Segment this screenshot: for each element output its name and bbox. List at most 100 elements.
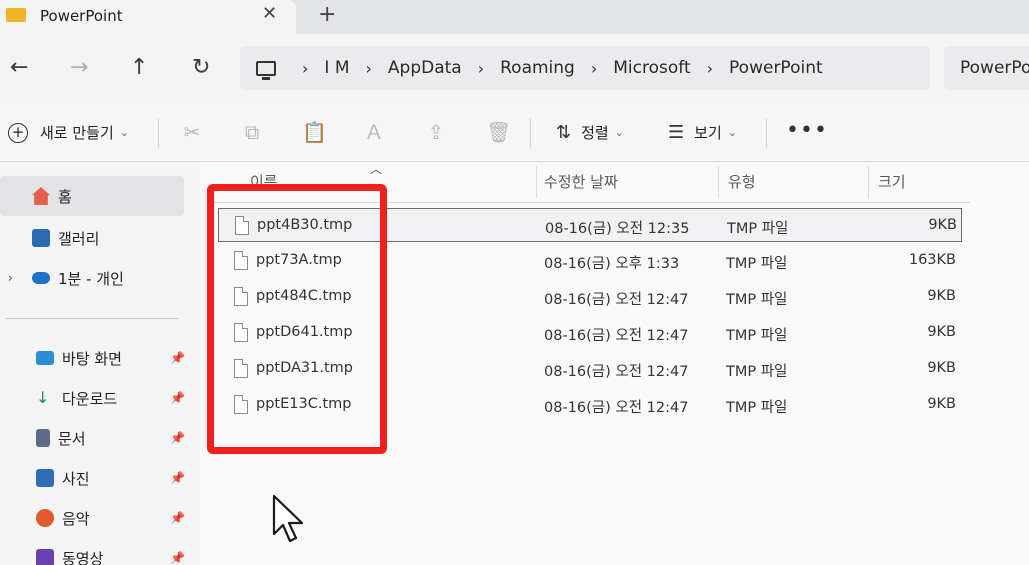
file-modified: 08-16(금) 오전 12:47 xyxy=(544,292,689,308)
breadcrumb-powerpoint[interactable]: PowerPoint xyxy=(729,58,823,78)
chevron-right-icon[interactable]: › xyxy=(302,59,308,78)
chevron-right-icon[interactable]: › xyxy=(707,59,713,78)
column-divider[interactable] xyxy=(536,166,537,198)
column-header-modified[interactable]: 수정한 날짜 xyxy=(544,162,618,202)
breadcrumb-user[interactable]: I M xyxy=(324,58,349,78)
tab-powerpoint[interactable]: PowerPoint ✕ xyxy=(0,0,296,34)
sort-ascending-icon: ︿ xyxy=(370,162,383,176)
file-size: 9KB xyxy=(928,217,957,233)
file-modified: 08-16(금) 오전 12:47 xyxy=(544,400,689,416)
sidebar-item-gallery[interactable]: 갤러리 xyxy=(0,218,184,258)
sidebar-item-music[interactable]: 음악 📌 xyxy=(0,498,185,538)
column-divider[interactable] xyxy=(718,166,719,198)
forward-icon[interactable]: → xyxy=(70,56,88,80)
mouse-cursor-icon xyxy=(272,494,304,543)
paste-icon[interactable]: 📋 xyxy=(302,120,327,144)
pin-icon[interactable]: 📌 xyxy=(170,511,185,525)
file-modified: 08-16(금) 오후 1:33 xyxy=(544,256,680,272)
column-divider[interactable] xyxy=(868,166,869,198)
add-icon: + xyxy=(8,122,28,143)
breadcrumb-roaming[interactable]: Roaming xyxy=(500,58,575,78)
pin-icon[interactable]: 📌 xyxy=(170,351,185,365)
navigation-pane: 홈 갤러리 › 1분 - 개인 바탕 화면 📌 ↓ 다운로드 📌 문서 📌 사진… xyxy=(0,162,200,565)
cut-icon[interactable]: ✂ xyxy=(180,120,204,144)
file-size: 9KB xyxy=(927,360,956,376)
view-icon: ☰ xyxy=(668,122,685,143)
sidebar-item-onedrive[interactable]: › 1분 - 개인 xyxy=(0,258,184,298)
music-icon xyxy=(36,509,54,527)
sidebar-item-label: 음악 xyxy=(62,509,90,528)
sidebar-item-label: 문서 xyxy=(58,429,86,448)
toolbar-divider xyxy=(766,118,767,148)
delete-icon[interactable]: 🗑 xyxy=(486,120,511,144)
pin-icon[interactable]: 📌 xyxy=(170,431,185,445)
file-type: TMP 파일 xyxy=(726,364,788,380)
sidebar-item-home[interactable]: 홈 xyxy=(0,176,184,216)
sidebar-item-label: 1분 - 개인 xyxy=(58,269,124,288)
file-modified: 08-16(금) 오전 12:47 xyxy=(544,364,689,380)
pin-icon[interactable]: 📌 xyxy=(170,391,185,405)
share-icon[interactable]: ⇪ xyxy=(424,120,448,144)
sidebar-item-label: 사진 xyxy=(62,469,90,488)
new-button[interactable]: + 새로 만들기 ⌄ xyxy=(8,122,129,143)
column-header-size[interactable]: 크기 xyxy=(878,162,906,202)
download-icon: ↓ xyxy=(36,388,50,407)
column-header-type[interactable]: 유형 xyxy=(728,162,756,202)
up-icon[interactable]: ↑ xyxy=(130,56,148,80)
highlight-box xyxy=(207,184,387,454)
folder-icon xyxy=(6,8,26,22)
chevron-right-icon[interactable]: › xyxy=(8,271,13,285)
documents-icon xyxy=(36,429,50,447)
file-modified: 08-16(금) 오전 12:35 xyxy=(545,221,690,237)
sidebar-item-label: 동영상 xyxy=(62,549,104,565)
copy-icon[interactable]: ⧉ xyxy=(240,120,264,144)
sort-icon: ⇅ xyxy=(556,122,572,143)
sidebar-item-videos[interactable]: 동영상 📌 xyxy=(0,538,185,565)
toolbar-divider xyxy=(158,118,159,148)
gallery-icon xyxy=(32,229,50,247)
file-modified: 08-16(금) 오전 12:47 xyxy=(544,328,689,344)
chevron-down-icon: ⌄ xyxy=(727,126,737,139)
desktop-icon xyxy=(36,351,54,365)
rename-icon[interactable]: Ａ xyxy=(362,120,386,144)
chevron-right-icon[interactable]: › xyxy=(591,59,597,78)
address-bar[interactable]: › I M › AppData › Roaming › Microsoft › … xyxy=(240,46,930,90)
sidebar-item-label: 바탕 화면 xyxy=(62,349,122,368)
chevron-right-icon[interactable]: › xyxy=(366,59,372,78)
home-icon xyxy=(32,187,50,205)
breadcrumb-microsoft[interactable]: Microsoft xyxy=(613,58,690,78)
sidebar-item-documents[interactable]: 문서 📌 xyxy=(0,418,185,458)
breadcrumb-appdata[interactable]: AppData xyxy=(388,58,462,78)
tab-bar: PowerPoint ✕ + xyxy=(0,0,1029,34)
view-button[interactable]: ☰ 보기 ⌄ xyxy=(668,122,737,143)
computer-icon[interactable] xyxy=(256,60,276,80)
chevron-down-icon: ⌄ xyxy=(119,126,129,139)
file-type: TMP 파일 xyxy=(726,292,788,308)
pin-icon[interactable]: 📌 xyxy=(170,471,185,485)
more-options-icon[interactable]: ••• xyxy=(786,118,828,143)
pin-icon[interactable]: 📌 xyxy=(170,551,185,565)
file-size: 9KB xyxy=(927,324,956,340)
sidebar-item-downloads[interactable]: ↓ 다운로드 📌 xyxy=(0,378,185,418)
sidebar-item-pictures[interactable]: 사진 📌 xyxy=(0,458,185,498)
sidebar-item-label: 다운로드 xyxy=(62,389,118,408)
command-bar: + 새로 만들기 ⌄ ✂ ⧉ 📋 Ａ ⇪ 🗑 ⇅ 정렬 ⌄ ☰ 보기 ⌄ ••• xyxy=(0,104,1029,162)
chevron-down-icon: ⌄ xyxy=(614,126,624,139)
onedrive-icon xyxy=(32,272,50,284)
new-tab-icon[interactable]: + xyxy=(318,2,336,27)
chevron-right-icon[interactable]: › xyxy=(478,59,484,78)
sidebar-item-desktop[interactable]: 바탕 화면 📌 xyxy=(0,338,185,378)
videos-icon xyxy=(36,549,54,565)
sort-button[interactable]: ⇅ 정렬 ⌄ xyxy=(556,122,624,143)
back-icon[interactable]: ← xyxy=(10,56,28,80)
file-type: TMP 파일 xyxy=(727,221,789,237)
sort-button-label: 정렬 xyxy=(581,124,609,142)
search-input[interactable]: PowerPoi xyxy=(944,46,1029,90)
close-tab-icon[interactable]: ✕ xyxy=(262,3,277,24)
refresh-icon[interactable]: ↻ xyxy=(192,56,210,80)
sidebar-divider xyxy=(6,318,178,319)
file-type: TMP 파일 xyxy=(726,256,788,272)
view-button-label: 보기 xyxy=(694,124,722,142)
file-size: 163KB xyxy=(908,252,956,268)
file-type: TMP 파일 xyxy=(726,400,788,416)
